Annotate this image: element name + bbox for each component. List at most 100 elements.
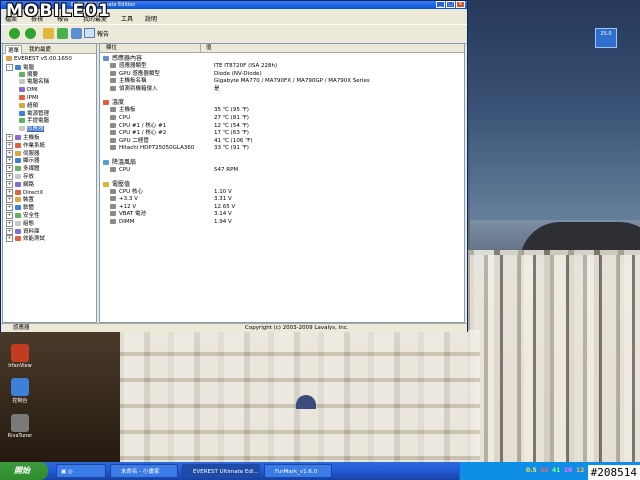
- tree-item[interactable]: 手提電腦: [19, 118, 49, 125]
- sensor-row[interactable]: +12 V 12.65 V: [110, 203, 460, 211]
- report-icon[interactable]: [84, 28, 95, 38]
- everest-window[interactable]: EVEREST Ultimate Edition _ □ × 檔案 檢視 報告 …: [0, 0, 468, 332]
- tray-value[interactable]: 41: [552, 462, 560, 480]
- sensor-row[interactable]: CPU #1 / 核心 #1 12 ℃ (54 ℉): [110, 122, 460, 130]
- sensor-row[interactable]: VBAT 電池 3.14 V: [110, 211, 460, 218]
- sensor-row[interactable]: GPU 感應器類型 Diode (NV-Diode): [110, 70, 460, 78]
- tree-item[interactable]: DMI: [19, 87, 38, 94]
- maximize-button[interactable]: □: [446, 1, 455, 8]
- menu-tools[interactable]: 工具: [121, 14, 133, 23]
- tree-item[interactable]: 摘要: [19, 71, 38, 79]
- minimize-button[interactable]: _: [436, 1, 445, 8]
- sensor-value: 33 ℃ (91 ℉): [214, 145, 249, 152]
- tree-item[interactable]: 電源管理: [19, 110, 49, 118]
- desktop-icon-rivatuner[interactable]: RivaTuner: [2, 414, 38, 439]
- tree-item[interactable]: + 主機板: [6, 134, 40, 141]
- ie-icon[interactable]: ◎: [68, 469, 73, 475]
- tree-item[interactable]: + 網路: [6, 180, 34, 188]
- user-icon[interactable]: [71, 28, 82, 39]
- sensor-row[interactable]: CPU #1 / 核心 #2 17 ℃ (63 ℉): [110, 130, 460, 137]
- task-paint[interactable]: 未命名 - 小畫家: [110, 464, 178, 478]
- tree-item[interactable]: - 電腦: [6, 63, 34, 71]
- expand-icon[interactable]: +: [6, 134, 13, 141]
- menu-help[interactable]: 說明: [145, 14, 157, 23]
- tray-value[interactable]: 33: [540, 462, 548, 480]
- task-everest[interactable]: EVEREST Ultimate Edi...: [182, 464, 260, 478]
- sensor-row[interactable]: 偵測到機箱侵入 是: [110, 85, 460, 93]
- expand-icon[interactable]: +: [6, 188, 13, 196]
- report-button[interactable]: 報告: [97, 29, 109, 38]
- section-icon: [103, 181, 109, 187]
- expand-icon[interactable]: +: [6, 196, 13, 204]
- sensor-row[interactable]: 主機板 35 ℃ (95 ℉): [110, 107, 460, 114]
- forward-arrow-icon[interactable]: [25, 28, 36, 39]
- tree-item[interactable]: + 效能測試: [6, 235, 45, 243]
- expand-icon[interactable]: +: [6, 204, 13, 212]
- column-divider[interactable]: [200, 44, 201, 52]
- expand-icon[interactable]: +: [6, 227, 13, 235]
- sensor-row[interactable]: Hitachi HDP725050GLA360 33 ℃ (91 ℉): [110, 145, 460, 152]
- up-folder-icon[interactable]: [43, 28, 54, 39]
- sensor-value: 12 ℃ (54 ℉): [214, 122, 249, 129]
- show-desktop-icon[interactable]: ▣: [61, 469, 66, 475]
- tree-item[interactable]: + 伺服器: [6, 149, 40, 157]
- desktop-widget[interactable]: 25.0: [595, 28, 617, 48]
- expand-icon[interactable]: +: [6, 212, 13, 219]
- tree-item[interactable]: + 安全性: [6, 212, 40, 219]
- tab-menu[interactable]: 選單: [5, 45, 23, 54]
- tree-item[interactable]: 電腦名稱: [19, 79, 49, 86]
- tree-item[interactable]: + 顯示器: [6, 157, 40, 165]
- column-value-header[interactable]: 值: [206, 44, 212, 52]
- tree-node-icon: [15, 181, 21, 187]
- tree-item[interactable]: + 資料庫: [6, 227, 40, 235]
- tree-item[interactable]: 超頻: [19, 102, 38, 110]
- expand-icon[interactable]: +: [6, 149, 13, 157]
- tab-favorites[interactable]: 我的最愛: [27, 45, 53, 53]
- tray-value[interactable]: 12: [576, 462, 584, 480]
- tree-node-icon: [15, 150, 21, 156]
- expand-icon[interactable]: +: [6, 165, 13, 173]
- desktop-icon-irfanview[interactable]: IrfanView: [2, 344, 38, 369]
- expand-icon[interactable]: +: [6, 173, 13, 180]
- control-panel-icon: [11, 378, 29, 396]
- task-furmark[interactable]: FurMark_v1.6.0: [264, 464, 332, 478]
- sensor-row[interactable]: GPU 二極管 41 ℃ (106 ℉): [110, 137, 460, 145]
- expand-icon[interactable]: +: [6, 235, 13, 243]
- wallpaper-buildings: [60, 330, 480, 462]
- tree-item[interactable]: + 作業系統: [6, 141, 45, 149]
- expand-icon[interactable]: +: [6, 157, 13, 165]
- tree-item[interactable]: IPMI: [19, 95, 38, 102]
- start-button[interactable]: 開始: [0, 462, 48, 480]
- desktop-icon-label: 控制台: [12, 398, 28, 404]
- desktop-icon-control-panel[interactable]: 控制台: [2, 378, 38, 404]
- tree-item[interactable]: + 存放: [6, 173, 34, 180]
- tree-item[interactable]: 感應器: [19, 126, 44, 133]
- tree-item[interactable]: + 多媒體: [6, 165, 40, 173]
- sensor-row[interactable]: 主機板名稱 Gigabyte MA770 / MA790FX / MA790GP …: [110, 78, 460, 85]
- collapse-icon[interactable]: -: [6, 63, 13, 71]
- status-copyright: Copyright (c) 2003-2009 Lavalys, Inc.: [245, 325, 349, 331]
- tree-item[interactable]: + DirectX: [6, 188, 43, 196]
- expand-icon[interactable]: +: [6, 180, 13, 188]
- desktop-icon-label: IrfanView: [8, 363, 32, 369]
- refresh-icon[interactable]: [57, 28, 68, 39]
- taskbar: 開始 ▣ ◎ 未命名 - 小畫家 EVEREST Ultimate Edi...…: [0, 462, 640, 480]
- sensor-row[interactable]: +3.3 V 3.31 V: [110, 196, 460, 203]
- tree-item[interactable]: + 組態: [6, 219, 34, 227]
- close-button[interactable]: ×: [456, 1, 465, 8]
- column-field-header[interactable]: 欄位: [106, 44, 117, 52]
- tree-node-icon: [19, 95, 25, 100]
- sensor-row[interactable]: CPU 核心 1.10 V: [110, 188, 460, 196]
- sensor-row[interactable]: CPU 27 ℃ (81 ℉): [110, 115, 460, 122]
- tray-value[interactable]: 18: [564, 462, 572, 480]
- tree-item[interactable]: + 軟體: [6, 204, 34, 212]
- sensor-row[interactable]: 感應器類型 ITE IT8720F (ISA 228h): [110, 63, 460, 70]
- expand-icon[interactable]: +: [6, 219, 13, 227]
- back-arrow-icon[interactable]: [9, 28, 20, 39]
- sensor-row[interactable]: CPU 547 RPM: [110, 167, 460, 174]
- expand-icon[interactable]: +: [6, 141, 13, 149]
- tray-value[interactable]: 0.5: [526, 462, 537, 480]
- tree-item[interactable]: EVEREST v5.00.1650: [6, 56, 72, 63]
- sensor-row[interactable]: DIMM 1.94 V: [110, 219, 460, 226]
- tree-item[interactable]: + 裝置: [6, 196, 34, 204]
